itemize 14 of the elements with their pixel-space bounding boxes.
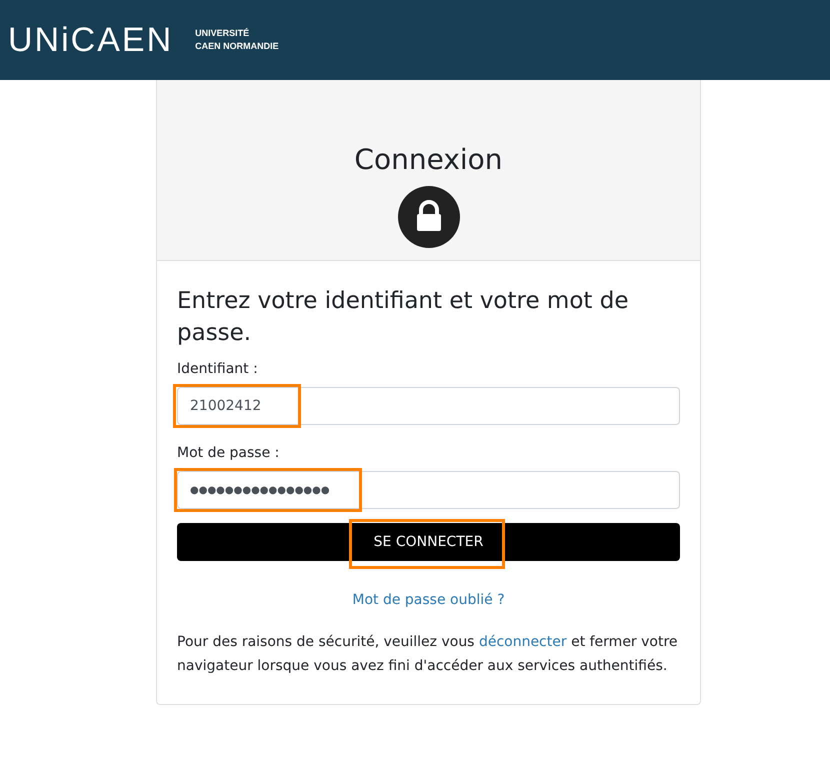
instructions: Entrez votre identifiant et votre mot de passe. bbox=[177, 287, 630, 348]
card-title: Connexion bbox=[354, 142, 503, 178]
university-name: UNIVERSITÉ bbox=[195, 27, 250, 40]
field-label: Identifiant : bbox=[177, 360, 259, 379]
logo[interactable]: UNiCAEN bbox=[8, 20, 174, 60]
logout-link[interactable]: déconnecter bbox=[478, 634, 567, 650]
security-notice: Pour des raisons de sécurité, veuillez vous déconnecter et fermer votre navigateur lorsque vous avez fini d'accéder aux services authentifiés. bbox=[177, 633, 679, 676]
input-field[interactable]: 21002412 bbox=[177, 387, 680, 425]
field-label: Mot de passe : bbox=[177, 444, 280, 463]
input-field[interactable]: ●●●●●●●●●●●●●●●● bbox=[177, 471, 680, 509]
forgot-password-link[interactable]: Mot de passe oublié ? bbox=[352, 592, 505, 608]
university-name: CAEN NORMANDIE bbox=[195, 40, 279, 53]
login-button[interactable]: SE CONNECTER bbox=[177, 523, 680, 561]
lock-icon bbox=[398, 186, 460, 248]
